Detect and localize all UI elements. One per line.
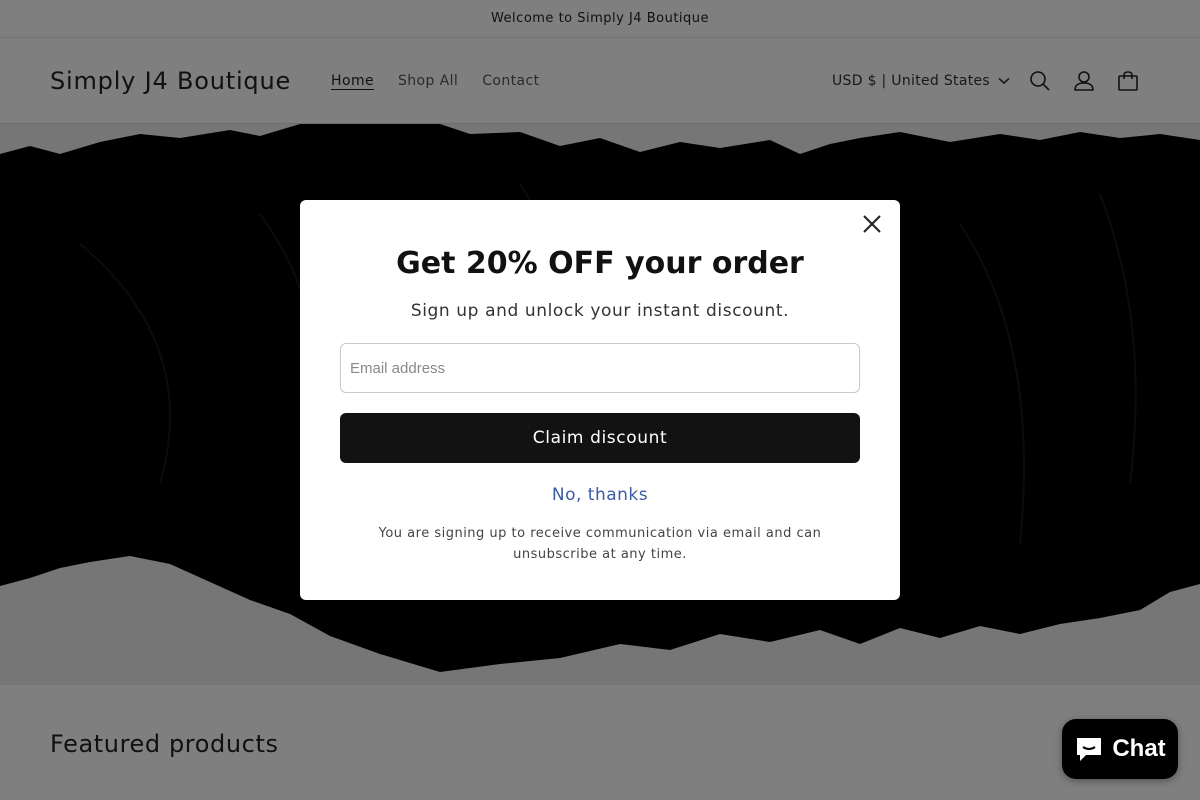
chat-label: Chat	[1112, 735, 1166, 762]
popup-title: Get 20% OFF your order	[396, 246, 804, 281]
no-thanks-link[interactable]: No, thanks	[552, 485, 648, 505]
close-icon	[863, 215, 881, 233]
close-button[interactable]	[860, 212, 884, 236]
email-field[interactable]	[340, 343, 860, 393]
popup-subtitle: Sign up and unlock your instant discount…	[410, 301, 790, 321]
chat-button[interactable]: Chat	[1062, 719, 1178, 779]
discount-popup: Get 20% OFF your order Sign up and unloc…	[300, 200, 900, 600]
signup-disclaimer: You are signing up to receive communicat…	[378, 526, 822, 562]
claim-discount-button[interactable]: Claim discount	[340, 413, 860, 463]
chat-bubble-icon	[1077, 738, 1102, 761]
